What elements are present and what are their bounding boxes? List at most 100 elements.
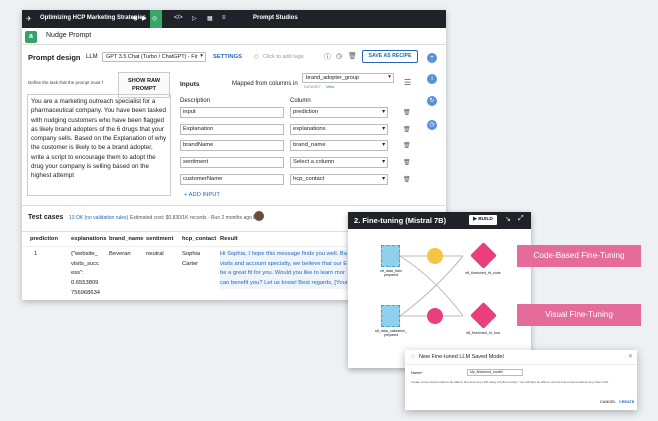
dataset-view-link[interactable]: View <box>326 85 334 89</box>
dataset-type-label: DATASET <box>304 85 321 89</box>
dataset-node-train[interactable] <box>381 245 400 267</box>
add-input-button[interactable]: + ADD INPUT <box>184 192 220 198</box>
llm-select[interactable]: GPT 3.5 Chat (Turbo / ChatGPT) - Fir ▾ <box>102 52 206 62</box>
prompt-textarea[interactable]: You are a marketing outreach specialist … <box>27 94 171 196</box>
divider <box>22 205 446 206</box>
dialog-title: New Fine-tuned LLM Saved Model <box>419 354 504 360</box>
model-label-code: sft_finetuned_hf_code <box>465 271 501 275</box>
play-icon[interactable]: ▶ <box>142 15 147 22</box>
recipe-title[interactable]: Nudge Prompt <box>46 32 91 39</box>
dashboard-icon[interactable]: ▦ <box>207 15 213 22</box>
visual-finetuning-label: Visual Fine-Tuning <box>517 304 641 326</box>
menu-icon[interactable]: ≡ <box>222 15 226 21</box>
delete-row-icon[interactable]: 🗑 <box>403 159 411 166</box>
chevron-down-icon: ▾ <box>382 126 385 132</box>
delete-row-icon[interactable]: 🗑 <box>403 109 411 116</box>
inputs-label: Inputs <box>180 81 200 88</box>
create-button[interactable]: CREATE <box>619 400 634 404</box>
dataset-node-validation[interactable] <box>381 305 400 327</box>
cancel-button[interactable]: CANCEL <box>600 400 616 404</box>
input-column-select[interactable]: brand_name ▾ <box>290 140 388 151</box>
flow-icon[interactable]: ◎ <box>152 15 157 22</box>
test-count-link[interactable]: 13 OK (no validation rules) <box>69 215 128 221</box>
close-icon[interactable]: ✕ <box>628 353 633 360</box>
add-icon[interactable]: + <box>427 53 437 63</box>
history-icon[interactable]: ◷ <box>427 120 437 130</box>
column-column-header: Column <box>290 98 311 104</box>
code-icon[interactable]: </> <box>174 15 183 21</box>
input-column-select[interactable]: hcp_contact ▾ <box>290 174 388 185</box>
test-cases-title: Test cases <box>28 214 64 221</box>
dialog-help-text: Create a fine-tuned model to be able to … <box>411 380 609 384</box>
cell-brand-name: Beveran <box>109 251 131 257</box>
history-icon[interactable]: ◷ <box>336 52 342 60</box>
delete-row-icon[interactable]: 🗑 <box>403 142 411 149</box>
delete-row-icon[interactable]: 🗑 <box>403 126 411 133</box>
chevron-down-icon: ▾ <box>200 53 203 59</box>
info-icon[interactable]: ⓘ <box>324 52 331 62</box>
input-description-field[interactable]: Explanation <box>180 124 284 135</box>
input-column-select[interactable]: prediction ▾ <box>290 107 388 118</box>
name-label: Name* <box>411 371 423 375</box>
divider <box>405 364 637 365</box>
refresh-icon[interactable]: ↻ <box>427 96 437 106</box>
project-name[interactable]: Optimizing HCP Marketing Strategies <box>40 15 146 21</box>
input-description-field[interactable]: sentiment <box>180 157 284 168</box>
cell-sentiment: neutral <box>146 251 164 257</box>
chevron-down-icon: ▾ <box>382 159 385 165</box>
model-icon: ◇ <box>411 354 416 360</box>
python-recipe-icon[interactable] <box>427 248 443 264</box>
recipe-header: a Nudge Prompt <box>22 28 446 45</box>
prompt-design-title: Prompt design <box>28 53 81 62</box>
build-button[interactable]: ▶ BUILD <box>469 215 497 225</box>
flow-zone-panel: 2. Fine-tuning (Mistral 7B) ▶ BUILD ↘ ⤢ … <box>348 212 531 368</box>
prompt-recipe-icon: a <box>25 31 37 43</box>
chevron-down-icon: ▾ <box>388 74 391 80</box>
cell-explanations: {"website_ visits_succ ess": 0.6553809 75696… <box>71 251 101 296</box>
input-column-select[interactable]: explanations ▾ <box>290 124 388 135</box>
visual-recipe-icon[interactable] <box>427 308 443 324</box>
list-icon[interactable]: ☰ <box>404 78 411 87</box>
input-description-field[interactable]: brandName <box>180 140 284 151</box>
collapse-icon[interactable]: ↘ <box>505 215 511 223</box>
chevron-down-icon: ▾ <box>382 176 385 182</box>
saved-model-dialog: ◇ New Fine-tuned LLM Saved Model ✕ Name*… <box>405 350 637 410</box>
settings-button[interactable]: SETTINGS <box>213 54 242 60</box>
flow-zone-header: 2. Fine-tuning (Mistral 7B) ▶ BUILD ↘ ⤢ <box>348 212 531 229</box>
share-icon[interactable]: ✱ <box>132 15 137 22</box>
delete-row-icon[interactable]: 🗑 <box>403 176 411 183</box>
add-tags-input[interactable]: Click to add tags <box>263 54 304 60</box>
section-title: Prompt Studios <box>253 15 298 21</box>
code-based-finetuning-label: Code-Based Fine-Tuning <box>517 245 641 267</box>
table-header-result[interactable]: Result <box>220 236 238 242</box>
chevron-down-icon: ▾ <box>382 142 385 148</box>
table-header-explanations[interactable]: explanations <box>71 236 106 242</box>
table-header-prediction[interactable]: prediction <box>30 236 58 242</box>
input-description-field[interactable]: input <box>180 107 284 118</box>
llm-label: LLM <box>86 54 98 60</box>
save-as-recipe-button[interactable]: SAVE AS RECIPE <box>362 50 418 63</box>
dataset-label-validation: sft_data_validation_ prepared <box>375 329 407 337</box>
mapped-from-label: Mapped from columns in <box>232 81 298 87</box>
dataset-select[interactable]: brand_adopter_group ▾ <box>302 73 394 83</box>
task-instructions-label: Define the task that the prompt must f <box>28 80 104 85</box>
dataiku-logo-icon[interactable]: ✈ <box>26 15 32 23</box>
chevron-down-icon: ▾ <box>382 109 385 115</box>
table-header-brand-name[interactable]: brand_name <box>109 236 143 242</box>
dataset-label-train: sft_data_train prepared <box>380 269 402 277</box>
table-header-sentiment[interactable]: sentiment <box>146 236 173 242</box>
avatar <box>254 211 264 221</box>
delete-icon[interactable]: 🗑 <box>348 52 357 60</box>
expand-icon[interactable]: ⤢ <box>518 215 524 223</box>
play-circle-icon[interactable]: ▷ <box>192 15 197 22</box>
tag-icon[interactable]: ◇ <box>254 53 259 60</box>
input-description-field[interactable]: customerName <box>180 174 284 185</box>
info-icon[interactable]: i <box>427 74 437 84</box>
table-header-hcp-contact[interactable]: hcp_contact <box>182 236 216 242</box>
model-name-input[interactable]: My_finetuned_model <box>467 369 523 376</box>
cell-prediction: 1 <box>34 251 38 257</box>
input-column-select[interactable]: Select a column ▾ <box>290 157 388 168</box>
cost-text: · Estimated cost: $0.830/1K records · Ru… <box>127 215 259 221</box>
description-column-header: Description <box>180 98 211 104</box>
model-label-lora: sft_finetuned_hf_lora <box>466 331 500 335</box>
